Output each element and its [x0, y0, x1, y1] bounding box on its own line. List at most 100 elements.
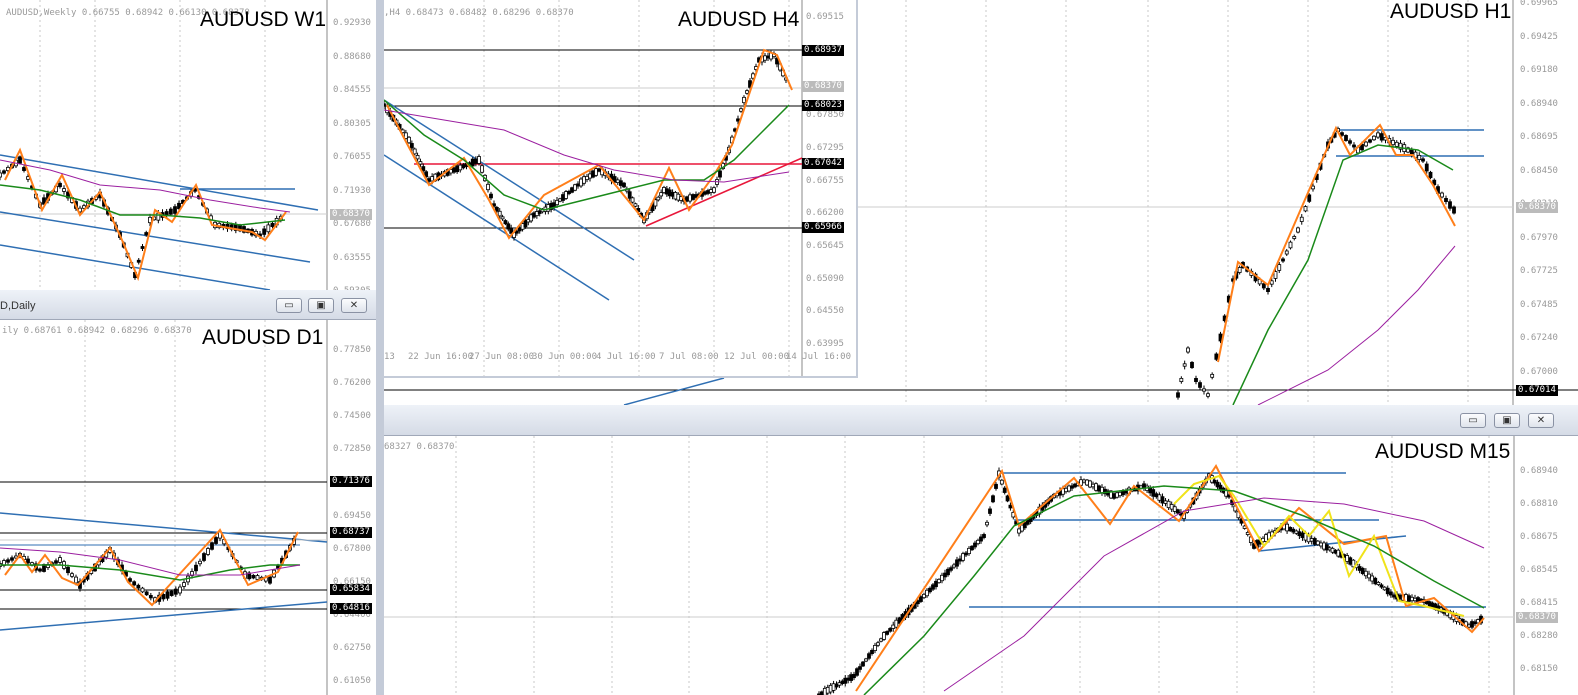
candle — [270, 223, 275, 227]
candle — [630, 197, 635, 203]
candle — [1070, 485, 1074, 489]
price-axis-label: 0.68940 — [1520, 466, 1558, 476]
price-axis-label: 0.84555 — [333, 85, 371, 95]
candle — [1094, 483, 1098, 491]
price-axis-label: 0.67295 — [806, 142, 844, 153]
candle — [659, 192, 664, 197]
candle — [136, 584, 141, 589]
trendline — [0, 512, 328, 543]
h4-level-tag: 0.67042 — [802, 158, 844, 169]
time-axis-label: 13 — [384, 352, 395, 362]
h1-level-tag: 0.67014 — [1516, 385, 1558, 396]
candle — [1088, 480, 1092, 488]
price-axis-label: 0.66755 — [806, 175, 844, 186]
candle — [873, 645, 877, 651]
candle — [1307, 194, 1312, 202]
candle — [656, 196, 661, 201]
price-axis-label: 0.63555 — [333, 252, 371, 263]
candle — [514, 230, 519, 234]
candle — [1360, 567, 1365, 575]
m15-maximize-button[interactable]: ▣ — [1494, 413, 1520, 428]
candle — [864, 658, 868, 662]
candle — [712, 187, 716, 193]
candle — [255, 575, 260, 580]
candle — [1261, 283, 1266, 289]
price-axis-label: 0.77850 — [333, 345, 371, 355]
price-axis-label: 0.68415 — [1520, 598, 1558, 608]
candle — [1303, 206, 1308, 212]
m15-chart-canvas[interactable] — [384, 436, 1578, 695]
price-axis-label: 0.67725 — [1520, 266, 1558, 276]
candle — [1391, 139, 1395, 146]
candle — [74, 576, 78, 584]
candle — [615, 179, 620, 184]
price-axis-label: 0.65645 — [806, 240, 844, 251]
price-axis-label: 0.92930 — [333, 18, 371, 28]
candle — [943, 572, 947, 578]
h1-chart-canvas[interactable] — [858, 0, 1578, 405]
d1-minimize-button[interactable]: ▭ — [276, 298, 302, 313]
candle — [1266, 288, 1270, 292]
candle — [165, 591, 170, 599]
candle — [1202, 388, 1206, 392]
candle — [967, 547, 971, 555]
candle — [946, 568, 950, 576]
w1-chart-window[interactable]: AUDUSD,Weekly 0.66755 0.68942 0.66130 0.… — [0, 0, 376, 290]
h1-chart-window[interactable]: AUDUSD H1 0.69965 0.69425 0.69180 0.68940 0.… — [858, 0, 1578, 405]
d1-chart-window[interactable]: ily 0.68761 0.68942 0.68296 0.68370 AUDU… — [0, 320, 380, 695]
candle — [894, 619, 899, 628]
price-axis-label: 0.65090 — [806, 273, 844, 284]
candle — [1008, 504, 1013, 509]
candle — [409, 143, 414, 149]
d1-maximize-button[interactable]: ▣ — [308, 298, 334, 313]
candle — [1312, 538, 1317, 545]
candle — [852, 673, 856, 679]
candle — [1154, 493, 1159, 498]
d1-chart-canvas[interactable] — [0, 320, 380, 695]
candle — [206, 548, 210, 555]
candle — [1285, 523, 1289, 532]
candle — [430, 176, 435, 182]
candle — [480, 165, 484, 173]
candle — [182, 582, 186, 587]
d1-window-titlebar[interactable]: D,Daily ▭ ▣ ✕ — [0, 290, 380, 320]
candle — [1281, 258, 1285, 262]
candle — [1444, 198, 1448, 202]
m15-chart-window[interactable]: 68327 0.68370 AUDUSD M15 0.68940 0.68810 0… — [384, 436, 1578, 695]
m15-minimize-button[interactable]: ▭ — [1460, 413, 1486, 428]
candle — [1388, 591, 1393, 596]
candle — [210, 542, 214, 550]
candle — [858, 666, 862, 670]
price-axis-label: 0.64550 — [806, 306, 844, 317]
candle — [949, 567, 953, 571]
price-axis-label: 0.72850 — [333, 444, 371, 454]
price-axis-label: 0.67485 — [1520, 299, 1558, 310]
candle — [1357, 566, 1362, 571]
h4-chart-window[interactable]: ,H4 0.68473 0.68482 0.68296 0.68370 AUDU… — [384, 0, 858, 378]
candle — [407, 136, 411, 144]
candle — [585, 175, 589, 181]
w1-chart-canvas[interactable] — [0, 0, 376, 290]
candle — [1368, 139, 1372, 143]
candle — [742, 96, 746, 104]
candle — [1288, 241, 1293, 249]
candle — [1124, 490, 1128, 494]
candle — [1214, 353, 1219, 360]
candle — [876, 642, 880, 646]
m15-close-button[interactable]: ✕ — [1528, 413, 1554, 428]
candle — [745, 90, 749, 94]
candle — [1198, 382, 1202, 388]
candle — [1352, 144, 1356, 148]
price-axis-label: 0.62750 — [333, 643, 371, 653]
candle — [1160, 496, 1165, 504]
candle — [1064, 487, 1068, 493]
d1-close-button[interactable]: ✕ — [341, 298, 367, 313]
candle — [994, 483, 998, 489]
m15-window-titlebar[interactable]: ▭ ▣ ✕ — [384, 405, 1578, 436]
h4-chart-canvas[interactable] — [384, 0, 858, 378]
candle — [991, 495, 995, 503]
price-axis-label: 0.80305 — [333, 118, 371, 129]
candle — [597, 168, 601, 172]
h1-chart-lower-strip[interactable] — [384, 378, 858, 405]
channel-line — [0, 244, 271, 290]
